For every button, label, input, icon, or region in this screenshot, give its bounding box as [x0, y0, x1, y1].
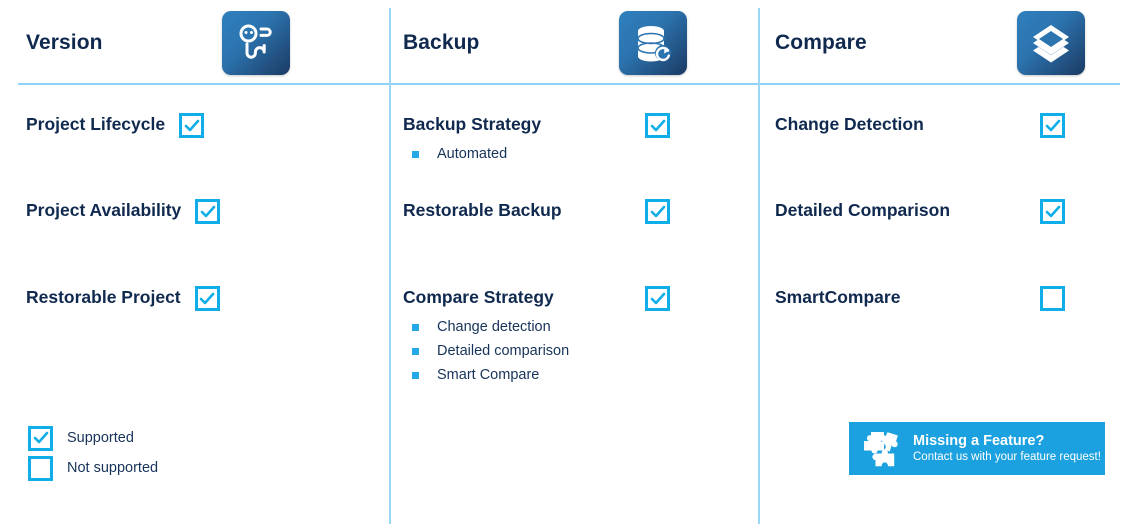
feature-row[interactable]: Restorable Backup: [403, 198, 743, 224]
feature-label: Project Availability: [26, 200, 182, 220]
checkbox-checked[interactable]: [645, 286, 670, 311]
column-title-compare: Compare: [775, 31, 867, 54]
legend-item-supported: Supported: [28, 423, 158, 453]
feature-row[interactable]: Project Availability: [26, 198, 221, 224]
bullet-icon: [412, 372, 419, 379]
layers-icon: [1017, 11, 1085, 75]
bullet-icon: [412, 151, 419, 158]
sub-item-list: Automated: [403, 142, 743, 166]
checkbox-checked[interactable]: [179, 113, 205, 138]
sub-item-list: Change detection Detailed comparison Sma…: [403, 315, 743, 387]
banner-text-block: Missing a Feature? Contact us with your …: [913, 433, 1101, 465]
list-item: Smart Compare: [403, 363, 743, 387]
sub-item-label: Detailed comparison: [437, 343, 570, 359]
feature-label: SmartCompare: [775, 287, 901, 307]
database-backup-icon: [619, 11, 687, 75]
checkbox-checked: [28, 425, 53, 451]
column-title-backup: Backup: [403, 31, 480, 54]
puzzle-piece-icon: [857, 429, 909, 469]
banner-title: Missing a Feature?: [913, 432, 1045, 449]
checkbox-unchecked[interactable]: [1040, 286, 1065, 311]
feature-label: Restorable Backup: [403, 200, 562, 220]
checkbox-unchecked: [28, 455, 53, 481]
banner-subtitle: Contact us with your feature request!: [913, 451, 1101, 464]
feature-row[interactable]: Change Detection: [775, 112, 1125, 138]
legend-label: Supported: [67, 430, 134, 446]
column-header-version: Version: [0, 0, 389, 83]
version-control-icon: [222, 11, 290, 75]
legend-item-not-supported: Not supported: [28, 453, 158, 483]
checkbox-checked[interactable]: [1040, 113, 1065, 138]
feature-label: Backup Strategy: [403, 114, 542, 134]
checkbox-checked[interactable]: [1040, 199, 1065, 224]
checkbox-checked[interactable]: [194, 286, 220, 311]
bullet-icon: [412, 324, 419, 331]
feature-row[interactable]: Restorable Project: [26, 285, 220, 311]
sub-item-label: Smart Compare: [437, 367, 540, 383]
column-header-compare: Compare: [760, 0, 1134, 83]
column-title-version: Version: [26, 31, 103, 54]
bullet-icon: [412, 348, 419, 355]
feature-row[interactable]: SmartCompare: [775, 285, 1125, 311]
feature-row[interactable]: Compare Strategy Change detection Detail…: [403, 285, 743, 387]
column-header-backup: Backup: [391, 0, 758, 83]
legend: Supported Not supported: [28, 423, 158, 483]
checkbox-checked[interactable]: [195, 199, 221, 224]
list-item: Detailed comparison: [403, 339, 743, 363]
feature-label: Change Detection: [775, 114, 924, 134]
checkbox-checked[interactable]: [645, 113, 670, 138]
checkbox-checked[interactable]: [645, 199, 670, 224]
feature-label: Project Lifecycle: [26, 114, 166, 134]
feature-label: Restorable Project: [26, 287, 181, 307]
feature-label: Compare Strategy: [403, 287, 554, 307]
feature-row[interactable]: Detailed Comparison: [775, 198, 1125, 224]
column-backup: Backup Backup Strategy Automated Restora…: [391, 0, 758, 524]
legend-label: Not supported: [67, 460, 159, 476]
slide-canvas: Version Project Lifecycle Project Availa…: [0, 0, 1134, 524]
missing-feature-banner[interactable]: Missing a Feature? Contact us with your …: [849, 422, 1105, 475]
sub-item-label: Change detection: [437, 319, 551, 335]
feature-row[interactable]: Project Lifecycle: [26, 112, 205, 138]
sub-item-label: Automated: [437, 146, 508, 162]
list-item: Automated: [403, 142, 743, 166]
list-item: Change detection: [403, 315, 743, 339]
feature-label: Detailed Comparison: [775, 200, 951, 220]
feature-row[interactable]: Backup Strategy Automated: [403, 112, 743, 166]
